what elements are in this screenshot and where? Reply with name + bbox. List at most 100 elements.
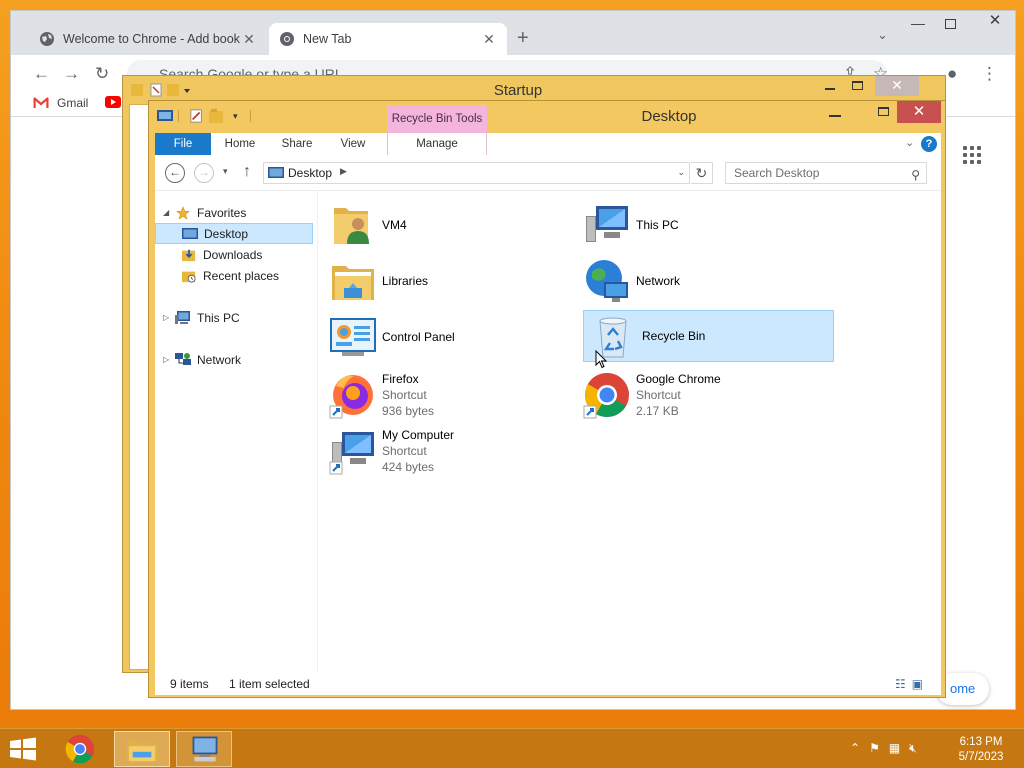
profile-avatar-icon[interactable]: ● [947, 64, 957, 84]
tab-view[interactable]: View [333, 133, 373, 155]
maximize-icon[interactable] [878, 107, 889, 116]
nav-label: Network [197, 352, 242, 367]
breadcrumb-chevron-icon[interactable]: ▶ [340, 166, 347, 177]
show-hidden-icons-icon[interactable]: ⌃ [850, 741, 860, 756]
file-item-network[interactable]: Network [582, 255, 832, 307]
nav-network[interactable]: ▷ Network [155, 349, 313, 370]
file-item-firefox[interactable]: Firefox Shortcut 936 bytes [328, 367, 578, 423]
nav-label: Downloads [203, 247, 263, 262]
firefox-icon [329, 375, 373, 419]
view-toggle-icons[interactable]: ☷▣ [895, 677, 929, 691]
search-input[interactable]: Search Desktop ⚲ [725, 162, 927, 184]
tab-file[interactable]: File [155, 133, 211, 155]
chrome-logo-icon [280, 32, 294, 46]
chrome-icon [583, 373, 629, 419]
back-arrow-icon[interactable]: ← [165, 163, 185, 183]
taskbar-remote-desktop[interactable] [176, 731, 232, 767]
maximize-icon[interactable] [945, 19, 956, 29]
tab-search-chevron-icon[interactable]: ⌄ [877, 27, 888, 43]
network-status-icon[interactable]: ▦ [889, 741, 900, 756]
address-dropdown-chevron-icon[interactable]: ⌄ [677, 167, 685, 178]
volume-muted-icon[interactable]: 🔇︎ [909, 741, 917, 756]
forward-arrow-icon[interactable]: → [63, 64, 80, 84]
up-arrow-icon[interactable]: ↑ [243, 163, 251, 181]
separator [250, 110, 251, 122]
recycle-bin-tools-context-tab: Recycle Bin Tools [387, 105, 487, 133]
file-item-name: VM4 [382, 218, 407, 232]
customize-qat-chevron-icon[interactable]: ▾ [233, 111, 238, 122]
bookmark-gmail[interactable]: Gmail [33, 96, 88, 110]
reload-icon[interactable]: ↻ [95, 64, 109, 84]
desktop-icon [268, 167, 284, 178]
system-tray: ⌃ ⚑ ▦ 🔇︎ [850, 741, 917, 756]
close-icon[interactable]: ✕ [875, 76, 919, 96]
properties-icon[interactable] [189, 109, 205, 123]
clock-date: 5/7/2023 [958, 751, 1004, 763]
taskbar-file-explorer[interactable] [114, 731, 170, 767]
file-item-name: Recycle Bin [642, 329, 706, 343]
taskbar-chrome[interactable] [52, 731, 108, 767]
maximize-icon[interactable] [852, 81, 863, 90]
network-icon [175, 352, 191, 365]
nav-downloads[interactable]: Downloads [155, 244, 313, 265]
back-arrow-icon[interactable]: ← [33, 64, 50, 84]
minimize-icon[interactable] [829, 115, 841, 117]
collapse-triangle-icon[interactable]: ◢ [163, 208, 175, 217]
nav-label: Recent places [203, 268, 280, 283]
clock[interactable]: 6:13 PM 5/7/2023 [950, 735, 1012, 765]
gmail-icon [33, 97, 49, 108]
menu-kebab-icon[interactable]: ⋮ [981, 64, 998, 84]
expand-triangle-icon[interactable]: ▷ [163, 355, 175, 364]
tab-share[interactable]: Share [275, 133, 319, 155]
help-icon[interactable]: ? [921, 136, 937, 152]
new-folder-icon[interactable] [209, 109, 225, 123]
close-tab-icon[interactable]: ✕ [241, 31, 257, 48]
star-icon [176, 205, 190, 220]
file-item-vm4[interactable]: VM4 [328, 199, 578, 251]
file-item-recycle-bin-selected[interactable]: Recycle Bin [583, 310, 834, 362]
nav-favorites[interactable]: ◢ Favorites [155, 202, 313, 223]
address-bar[interactable]: Desktop ▶ ⌄ [263, 162, 690, 184]
breadcrumb-desktop[interactable]: Desktop [288, 166, 332, 180]
navigation-pane: ◢ Favorites Desktop Downloads Recent pla… [155, 191, 318, 673]
forward-arrow-icon[interactable]: → [194, 163, 214, 183]
tab-home[interactable]: Home [219, 133, 261, 155]
explorer-title: Desktop [641, 108, 697, 125]
file-item-control-panel[interactable]: Control Panel [328, 311, 578, 363]
expand-ribbon-chevron-icon[interactable]: ⌄ [905, 136, 914, 149]
action-center-flag-icon[interactable]: ⚑ [869, 741, 880, 756]
file-item-type: Shortcut [382, 388, 427, 402]
file-item-type: Shortcut [636, 388, 681, 402]
chrome-tab-new-tab[interactable]: New Tab ✕ [269, 23, 507, 55]
file-item-my-computer[interactable]: My Computer Shortcut 424 bytes [328, 423, 578, 479]
file-item-name: Google Chrome [636, 372, 721, 386]
bookmark-youtube[interactable] [105, 96, 121, 108]
minimize-icon[interactable]: — [911, 15, 925, 31]
tab-manage[interactable]: Manage [387, 133, 487, 155]
refresh-icon[interactable]: ↻ [691, 162, 713, 184]
minimize-icon[interactable] [825, 88, 835, 90]
windows-start-icon[interactable] [8, 737, 38, 761]
close-icon[interactable]: ✕ [897, 101, 941, 123]
apps-grid-icon[interactable] [963, 146, 983, 166]
item-count: 9 items [170, 677, 209, 691]
desktop-explorer-window: ▾ Recycle Bin Tools Desktop ✕ File Home … [148, 100, 946, 698]
nav-label: This PC [197, 310, 240, 325]
nav-recent-places[interactable]: Recent places [155, 265, 313, 286]
chrome-tab-welcome[interactable]: Welcome to Chrome - Add book ✕ [29, 23, 267, 55]
recent-locations-chevron-icon[interactable]: ▾ [223, 166, 228, 177]
file-item-this-pc[interactable]: This PC [582, 199, 832, 251]
taskbar: ⌃ ⚑ ▦ 🔇︎ 6:13 PM 5/7/2023 [0, 728, 1024, 768]
nav-desktop[interactable]: Desktop [155, 223, 313, 244]
close-tab-icon[interactable]: ✕ [481, 31, 497, 48]
file-item-google-chrome[interactable]: Google Chrome Shortcut 2.17 KB [582, 367, 832, 423]
bookmark-label: Gmail [57, 96, 89, 110]
file-item-name: Libraries [382, 274, 429, 288]
nav-this-pc[interactable]: ▷ This PC [155, 307, 313, 328]
new-tab-button[interactable]: + [517, 27, 529, 50]
file-item-libraries[interactable]: Libraries [328, 255, 578, 307]
youtube-icon [105, 96, 121, 108]
close-icon[interactable]: ✕ [975, 11, 1015, 33]
file-item-name: Firefox [382, 372, 419, 386]
expand-triangle-icon[interactable]: ▷ [163, 313, 175, 322]
